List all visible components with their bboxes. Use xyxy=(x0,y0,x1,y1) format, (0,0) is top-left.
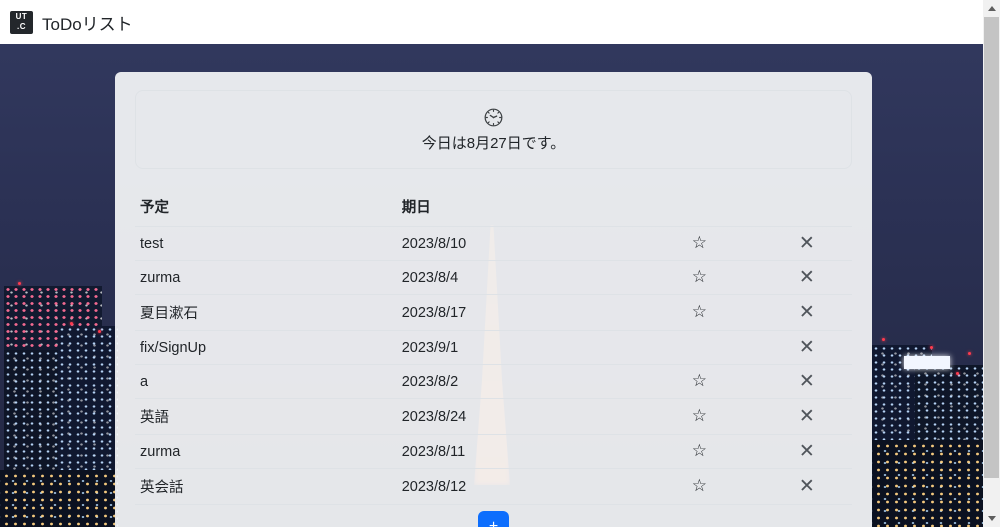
todo-row: zurma2023/8/4 ☆ ✕ xyxy=(135,261,852,295)
todo-due-date: 2023/9/1 xyxy=(397,331,637,365)
header-delete-spacer xyxy=(759,189,852,227)
add-todo-button[interactable]: + xyxy=(478,511,509,527)
building xyxy=(0,470,115,527)
todo-plan: zurma xyxy=(135,435,397,469)
delete-icon[interactable]: ✕ xyxy=(799,442,815,461)
vertical-scrollbar[interactable] xyxy=(983,0,1000,527)
delete-icon[interactable]: ✕ xyxy=(799,372,815,391)
todo-plan: test xyxy=(135,227,397,261)
delete-icon[interactable]: ✕ xyxy=(799,234,815,253)
todo-due-date: 2023/8/24 xyxy=(397,399,637,435)
todo-plan: 英語 xyxy=(135,399,397,435)
todo-card: 今日は8月27日です。 予定 期日 test2023/8/10☆✕zurma20… xyxy=(115,72,872,527)
todo-row: 夏目漱石2023/8/17 ☆ ✕ xyxy=(135,295,852,331)
scrollbar-thumb[interactable] xyxy=(984,17,999,478)
logo-text-line2: .C xyxy=(17,22,26,32)
todo-due-date: 2023/8/17 xyxy=(397,295,637,331)
todo-row: zurma2023/8/11 ☆ ✕ xyxy=(135,435,852,469)
todo-due-date: 2023/8/10 xyxy=(397,227,637,261)
scrollbar-up-arrow-icon[interactable] xyxy=(983,0,1000,17)
star-icon[interactable]: ☆ xyxy=(692,269,707,286)
todo-row: 英語2023/8/24 ☆ ✕ xyxy=(135,399,852,435)
header-plan: 予定 xyxy=(135,189,397,227)
app-title: ToDoリスト xyxy=(42,10,133,35)
todo-due-date: 2023/8/12 xyxy=(397,469,637,505)
clock-icon xyxy=(483,107,504,128)
rooftop-sign xyxy=(904,356,950,369)
today-banner: 今日は8月27日です。 xyxy=(135,90,852,169)
star-icon[interactable]: ☆ xyxy=(692,373,707,390)
add-row: + xyxy=(135,505,852,527)
delete-icon[interactable]: ✕ xyxy=(799,477,815,496)
building xyxy=(872,440,983,527)
today-message: 今日は8月27日です。 xyxy=(422,132,566,153)
todo-plan: 英会話 xyxy=(135,469,397,505)
star-icon[interactable]: ☆ xyxy=(692,408,707,425)
delete-icon[interactable]: ✕ xyxy=(799,303,815,322)
table-header-row: 予定 期日 xyxy=(135,189,852,227)
todo-due-date: 2023/8/2 xyxy=(397,365,637,399)
todo-due-date: 2023/8/4 xyxy=(397,261,637,295)
todo-table: 予定 期日 test2023/8/10☆✕zurma2023/8/4☆✕夏目漱石… xyxy=(135,189,852,505)
navbar: UT .C ToDoリスト xyxy=(0,0,983,44)
todo-plan: zurma xyxy=(135,261,397,295)
header-star-spacer xyxy=(637,189,759,227)
delete-icon[interactable]: ✕ xyxy=(799,268,815,287)
header-due: 期日 xyxy=(397,189,637,227)
star-icon[interactable]: ☆ xyxy=(692,304,707,321)
todo-row: test2023/8/10 ☆ ✕ xyxy=(135,227,852,261)
delete-icon[interactable]: ✕ xyxy=(799,407,815,426)
todo-plan: fix/SignUp xyxy=(135,331,397,365)
scrollbar-down-arrow-icon[interactable] xyxy=(983,510,1000,527)
todo-row: 英会話2023/8/12 ☆ ✕ xyxy=(135,469,852,505)
logo-text-line1: UT xyxy=(16,12,28,22)
todo-plan: 夏目漱石 xyxy=(135,295,397,331)
star-icon[interactable]: ☆ xyxy=(692,235,707,252)
star-icon[interactable]: ☆ xyxy=(692,478,707,495)
todo-row: fix/SignUp2023/9/1 ✕ xyxy=(135,331,852,365)
app-logo[interactable]: UT .C xyxy=(10,11,33,34)
star-icon[interactable]: ☆ xyxy=(692,443,707,460)
todo-row: a2023/8/2 ☆ ✕ xyxy=(135,365,852,399)
todo-due-date: 2023/8/11 xyxy=(397,435,637,469)
delete-icon[interactable]: ✕ xyxy=(799,338,815,357)
todo-plan: a xyxy=(135,365,397,399)
